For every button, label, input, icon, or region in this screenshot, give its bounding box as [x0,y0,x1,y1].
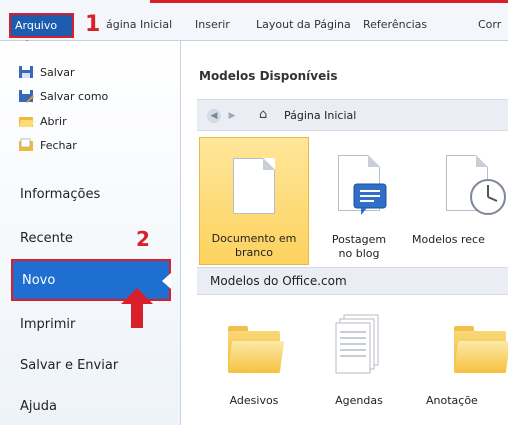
home-icon[interactable]: ⌂ [259,107,267,122]
folder-adesivos[interactable]: Adesivos [204,311,304,411]
folder-agendas[interactable]: Agendas [309,311,409,411]
menu-salvar[interactable]: Salvar [18,65,75,79]
template-blog-post[interactable]: Postagem no blog [313,137,405,265]
blank-document-icon [233,158,275,214]
tab-arquivo[interactable]: Arquivo [9,13,74,38]
tab-inserir[interactable]: Inserir [195,18,230,31]
template-blank-document[interactable]: Documento em branco [199,137,309,265]
back-arrow-icon[interactable]: ◀ [207,109,221,123]
folder-anotacoes[interactable]: Anotaçõe [408,311,508,411]
nav-breadcrumb: Página Inicial [284,109,357,122]
blog-bubble-icon [353,183,387,215]
office-templates-header: Modelos do Office.com [197,267,508,295]
menu-salvar-e-enviar[interactable]: Salvar e Enviar [20,358,118,373]
forward-arrow-icon[interactable]: ▶ [225,109,239,123]
template-navbar: ◀ ▶ ⌂ Página Inicial [197,99,508,131]
template-recent[interactable]: Modelos rece [410,137,508,265]
menu-fechar[interactable]: Fechar [18,138,77,152]
menu-ajuda[interactable]: Ajuda [20,399,57,414]
menu-informacoes[interactable]: Informações [20,187,100,202]
menu-abrir[interactable]: Abrir [18,114,67,128]
folder-icon [227,326,285,373]
backstage-menu: Salvar Salvar como Abrir Fechar Informaç… [0,41,181,425]
tab-layout[interactable]: Layout da Página [256,18,351,31]
arrow-up-icon-2 [121,288,153,328]
open-folder-icon [18,114,34,128]
tab-pagina-inicial[interactable]: ágina Inicial [106,18,172,31]
menu-salvar-como[interactable]: Salvar como [18,89,108,103]
menu-imprimir[interactable]: Imprimir [20,317,75,332]
clock-icon [470,179,506,215]
folder-icon-2 [453,326,508,373]
highlight-line [150,0,508,3]
section-title: Modelos Disponíveis [199,69,338,83]
main-panel: Modelos Disponíveis ◀ ▶ ⌂ Página Inicial… [182,41,508,425]
save-icon [18,65,34,79]
callout-number-1: 1 [85,12,101,37]
save-as-icon [18,89,34,103]
callout-number-2: 2 [136,227,150,251]
tab-referencias[interactable]: Referências [363,18,427,31]
close-folder-icon [18,138,34,152]
selection-notch [162,273,171,289]
tab-correspondencias[interactable]: Corr [478,18,501,31]
ribbon-tabs: Arquivo ágina Inicial Inserir Layout da … [0,0,508,41]
agenda-stack-icon [335,314,379,374]
menu-recente[interactable]: Recente [20,231,73,246]
